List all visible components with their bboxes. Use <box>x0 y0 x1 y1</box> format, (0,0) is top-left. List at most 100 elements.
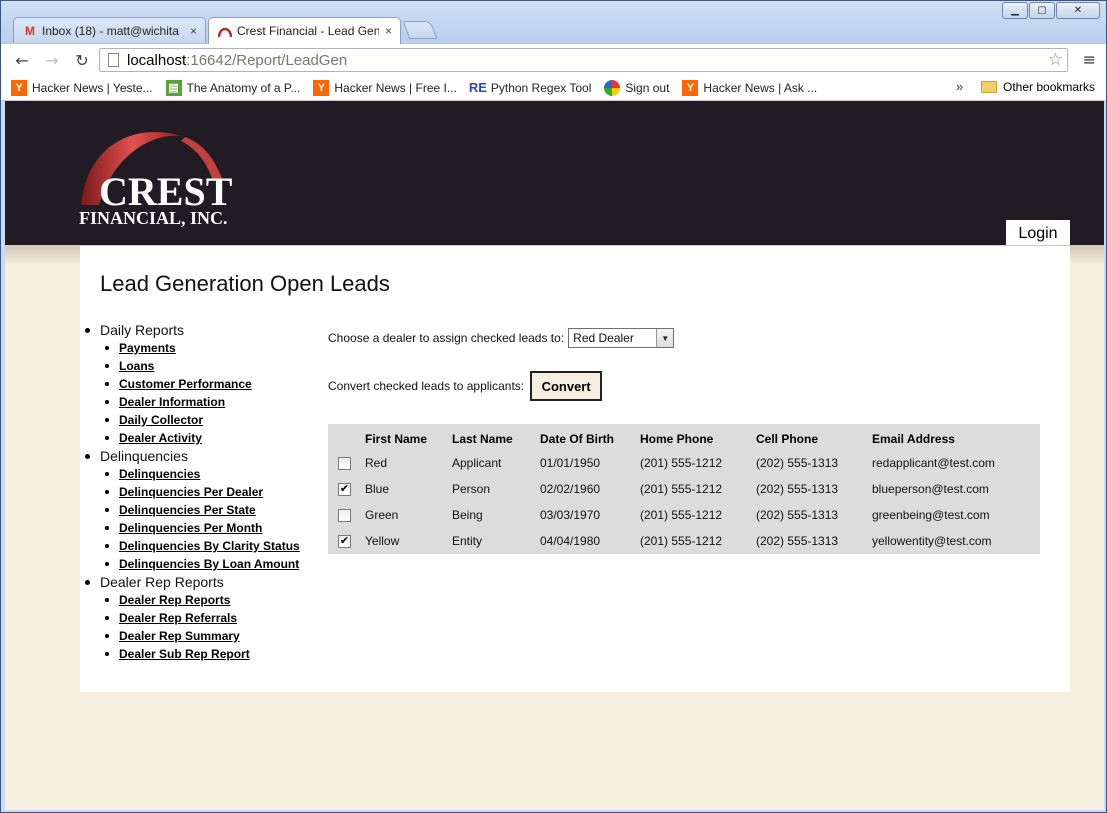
crest-logo: CREST FINANCIAL, INC. <box>79 131 233 228</box>
login-link[interactable]: Login <box>1006 220 1070 247</box>
cell-first-name: Green <box>365 508 399 522</box>
cell-first-name: Red <box>365 456 388 470</box>
cell-dob: 03/03/1970 <box>540 508 601 522</box>
cell-last-name: Being <box>452 508 483 522</box>
minimize-icon[interactable]: ▁ <box>1002 2 1028 19</box>
cell-email: yellowentity@test.com <box>872 534 992 548</box>
nav-group-delinquencies: Delinquencies Delinquencies Delinquencie… <box>80 447 310 573</box>
convert-button[interactable]: Convert <box>530 371 603 401</box>
sidebar-nav: Daily Reports Payments Loans Customer Pe… <box>80 321 310 663</box>
bookmark-label: Hacker News | Yeste... <box>32 80 153 95</box>
maximize-icon[interactable]: ▢ <box>1029 2 1055 19</box>
row-checkbox[interactable] <box>338 508 351 522</box>
browser-toolbar: ← → ↻ localhost:16642/Report/LeadGen ☆ ≡ <box>1 43 1106 75</box>
tab-crest[interactable]: Crest Financial - Lead Gen × <box>208 17 401 44</box>
nav-group-daily-reports: Daily Reports Payments Loans Customer Pe… <box>80 321 310 447</box>
nav-group-dealer-rep-reports: Dealer Rep Reports Dealer Rep Reports De… <box>80 573 310 663</box>
nav-group-label: Delinquencies <box>85 447 310 465</box>
cell-cell-phone: (202) 555-1313 <box>756 456 839 470</box>
cell-last-name: Entity <box>452 534 483 548</box>
nav-link-customer-performance[interactable]: Customer Performance <box>119 377 252 391</box>
other-bookmarks[interactable]: Other bookmarks <box>981 80 1095 94</box>
assign-dealer-row: Choose a dealer to assign checked leads … <box>328 328 675 348</box>
bookmark-label: Sign out <box>625 80 670 95</box>
cell-email: greenbeing@test.com <box>872 508 990 522</box>
table-header-row: First Name Last Name Date Of Birth Home … <box>328 424 1040 450</box>
nav-link-dealer-information[interactable]: Dealer Information <box>119 395 225 409</box>
dealer-select[interactable]: Red Dealer ▼ <box>568 328 675 348</box>
table-row: ✔ Blue Person 02/02/1960 (201) 555-1212 … <box>328 476 1040 502</box>
bookmark-item[interactable]: Y Hacker News | Free I... <box>313 79 457 96</box>
cell-home-phone: (201) 555-1212 <box>640 534 723 548</box>
cell-cell-phone: (202) 555-1313 <box>756 508 839 522</box>
bookmark-item[interactable]: Y Hacker News | Yeste... <box>11 79 153 96</box>
cell-first-name: Yellow <box>365 534 400 548</box>
nav-link-delinquencies-by-clarity-status[interactable]: Delinquencies By Clarity Status <box>119 539 300 553</box>
other-bookmarks-label: Other bookmarks <box>1003 80 1096 94</box>
table-row: Green Being 03/03/1970 (201) 555-1212 (2… <box>328 502 1040 528</box>
column-header: Date Of Birth <box>540 431 615 446</box>
google-icon <box>604 79 621 96</box>
nav-group-label: Dealer Rep Reports <box>85 573 310 591</box>
menu-icon[interactable]: ≡ <box>1083 50 1096 69</box>
bookmark-item[interactable]: ▤ The Anatomy of a P... <box>165 79 301 96</box>
cell-last-name: Person <box>452 482 491 496</box>
row-checkbox[interactable]: ✔ <box>338 534 351 548</box>
nav-link-delinquencies-per-dealer[interactable]: Delinquencies Per Dealer <box>119 485 263 499</box>
main-content: Lead Generation Open Leads Daily Reports… <box>80 246 1070 692</box>
bookmark-item[interactable]: Y Hacker News | Ask ... <box>682 79 818 96</box>
cell-cell-phone: (202) 555-1313 <box>756 534 839 548</box>
column-header: Last Name <box>452 431 513 446</box>
tab-close-icon[interactable]: × <box>385 24 392 38</box>
forward-arrow-icon[interactable]: → <box>41 49 63 71</box>
bookmark-star-icon[interactable]: ☆ <box>1048 50 1063 70</box>
tab-close-icon[interactable]: × <box>190 24 197 38</box>
folder-icon <box>981 81 997 93</box>
assign-dealer-label: Choose a dealer to assign checked leads … <box>328 331 565 345</box>
row-checkbox[interactable]: ✔ <box>338 482 351 496</box>
back-arrow-icon[interactable]: ← <box>11 49 33 71</box>
page-icon <box>108 53 119 67</box>
nav-link-delinquencies-per-month[interactable]: Delinquencies Per Month <box>119 521 262 535</box>
column-header-select <box>328 424 365 450</box>
nav-link-dealer-rep-referrals[interactable]: Dealer Rep Referrals <box>119 611 237 625</box>
nav-link-delinquencies-per-state[interactable]: Delinquencies Per State <box>119 503 256 517</box>
bookmark-label: Hacker News | Ask ... <box>703 80 818 95</box>
nav-link-dealer-rep-reports[interactable]: Dealer Rep Reports <box>119 593 230 607</box>
bookmark-label: The Anatomy of a P... <box>186 80 301 95</box>
nav-link-delinquencies-by-loan-amount[interactable]: Delinquencies By Loan Amount <box>119 557 299 571</box>
reload-icon[interactable]: ↻ <box>71 49 93 71</box>
nav-link-loans[interactable]: Loans <box>119 359 154 373</box>
nav-link-dealer-activity[interactable]: Dealer Activity <box>119 431 202 445</box>
cell-dob: 01/01/1950 <box>540 456 601 470</box>
bookmarks-bar: Y Hacker News | Yeste... ▤ The Anatomy o… <box>1 75 1106 101</box>
page-title: Lead Generation Open Leads <box>100 271 390 296</box>
column-header: Email Address <box>872 431 955 446</box>
bookmarks-overflow-icon[interactable]: » <box>956 79 963 94</box>
nav-link-dealer-sub-rep-report[interactable]: Dealer Sub Rep Report <box>119 647 250 661</box>
tab-inbox[interactable]: M Inbox (18) - matt@wichita × <box>13 17 206 43</box>
nav-link-dealer-rep-summary[interactable]: Dealer Rep Summary <box>119 629 240 643</box>
nav-link-delinquencies[interactable]: Delinquencies <box>119 467 200 481</box>
table-row: Red Applicant 01/01/1950 (201) 555-1212 … <box>328 450 1040 476</box>
nav-link-payments[interactable]: Payments <box>119 341 176 355</box>
cell-cell-phone: (202) 555-1313 <box>756 482 839 496</box>
address-bar[interactable]: localhost:16642/Report/LeadGen ☆ <box>99 48 1068 72</box>
browser-window: M Inbox (18) - matt@wichita × Crest Fina… <box>0 0 1107 813</box>
bookmark-item[interactable]: Sign out <box>604 79 670 96</box>
new-tab-button[interactable] <box>402 21 438 39</box>
url-host: localhost <box>127 51 187 69</box>
bookmark-item[interactable]: RE Python Regex Tool <box>469 80 592 96</box>
cell-home-phone: (201) 555-1212 <box>640 482 723 496</box>
hacker-news-icon: Y <box>682 79 699 96</box>
tab-label: Inbox (18) - matt@wichita <box>42 23 179 38</box>
nav-link-daily-collector[interactable]: Daily Collector <box>119 413 203 427</box>
close-window-icon[interactable]: ✕ <box>1056 2 1100 19</box>
cell-email: blueperson@test.com <box>872 482 989 496</box>
article-icon: ▤ <box>165 79 182 96</box>
window-controls: ▁ ▢ ✕ <box>1002 2 1100 19</box>
cell-dob: 04/04/1980 <box>540 534 601 548</box>
row-checkbox[interactable] <box>338 456 351 470</box>
hacker-news-icon: Y <box>11 79 27 96</box>
cell-email: redapplicant@test.com <box>872 456 995 470</box>
